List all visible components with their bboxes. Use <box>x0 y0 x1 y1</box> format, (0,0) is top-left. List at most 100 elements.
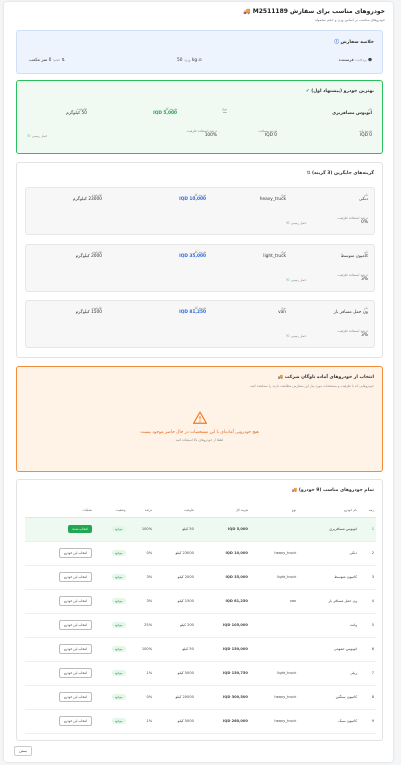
table-cell-rank: 4 <box>359 589 376 614</box>
table-cell-price: IQD 35,000 <box>195 565 250 590</box>
selected-button[interactable]: انتخاب شده <box>68 525 93 533</box>
choose-vehicle-button[interactable]: انتخاب این خودرو <box>59 596 93 606</box>
best-price: هزینه کل IQD 5,000 <box>153 107 177 116</box>
best-tag: ☉ حمل زمینی <box>27 133 48 138</box>
table-row: 7 ریلی light_truck IQD 150,750 5000 کیلو 1% مو… <box>25 661 376 686</box>
table-cell-rank: 7 <box>359 661 376 686</box>
summary-title: خلاصه سفارش ⓘ <box>334 40 374 45</box>
table-header: رتبه نام خودرو نوع هزینه کل ظرفیت درصد و… <box>25 504 376 518</box>
table-cell-rank: 5 <box>359 613 376 638</box>
table-row: 6 اتوبوس حمومی IQD 150,000 50 کیلو 100% موجود… <box>25 637 376 662</box>
table-row: 8 کامیون سنگین heavy_truck IQD 300,500 20000… <box>25 685 376 710</box>
table-row: 9 کامیون سبک heavy_truck IQD 260,000 5000 کی… <box>25 709 376 734</box>
table-cell-type: light_truck <box>249 565 299 590</box>
table-cell-name: اتوبوس حمومی <box>298 637 360 662</box>
table-cell-name: کامیون سنگین <box>298 685 360 710</box>
table-cell-action: انتخاب این خودرو <box>25 589 95 614</box>
best-name: نام اتوبوس مسافربری <box>332 107 372 116</box>
info-icon: ⓘ <box>334 40 339 45</box>
table-cell-type: heavy_truck <box>249 709 299 734</box>
table-cell-util: 0% <box>127 541 155 566</box>
table-cell-rank: 3 <box>359 565 376 590</box>
choose-vehicle-button[interactable]: انتخاب این خودرو <box>59 692 93 702</box>
table-row: 1 اتوبوس مسافربری IQD 5,000 50 کیلو 100% موجو… <box>25 517 376 542</box>
user-icon: ☻ <box>367 57 372 62</box>
warning-title: هیچ خودرویی آماده‌ای با این مشخصات در حا… <box>140 430 259 435</box>
table-cell-status: موجود <box>94 565 128 590</box>
choose-vehicle-button[interactable]: انتخاب این خودرو <box>59 668 93 678</box>
status-badge: موجود <box>111 646 126 652</box>
resize-icon: ⇅ <box>61 57 65 62</box>
table-cell-status: موجود <box>94 517 128 542</box>
table-cell-rank: 1 <box>359 517 376 542</box>
table-cell-capacity: 50 کیلو <box>154 517 196 542</box>
alternative-item[interactable]: نام دنکی نوع heavy_truck هزینه کل IQD 10,00… <box>25 187 375 235</box>
warning-icon <box>192 411 207 424</box>
table-cell-capacity: 20000 کیلو <box>154 685 196 710</box>
table-cell-status: موجود <box>94 661 128 686</box>
status-badge: موجود <box>111 670 126 676</box>
payer-field: پرداخت: فرستنده ☻ <box>338 57 372 63</box>
table-row: 3 کامیون متوسط light_truck IQD 35,000 2000 ک… <box>25 565 376 590</box>
table-row: 5 وانت IQD 105,000 200 کیلو 25% موجود انتخاب ا… <box>25 613 376 638</box>
table-cell-type: heavy_truck <box>249 541 299 566</box>
table-cell-rank: 8 <box>359 685 376 710</box>
table-cell-price: IQD 150,750 <box>195 661 250 686</box>
table-cell-action: انتخاب این خودرو <box>25 685 95 710</box>
table-cell-status: موجود <box>94 709 128 734</box>
choose-vehicle-button[interactable]: انتخاب این خودرو <box>59 572 93 582</box>
alternatives-card: گزینه‌های جایگزین (3 گزینه) ⇅ نام دنکی نو… <box>16 162 383 358</box>
weight-field: وزن: 50 kg ⚖ <box>177 57 202 63</box>
table-cell-price: IQD 5,000 <box>195 517 250 542</box>
table-cell-capacity: 200 کیلو <box>154 613 196 638</box>
table-cell-type <box>249 613 299 638</box>
truck-icon: 🚚 <box>277 375 284 380</box>
modal-subtitle: خودروهای مناسب بر اساس وزن و حجم محموله <box>314 18 385 22</box>
status-badge: موجود <box>111 550 126 556</box>
check-circle-icon: ✔ <box>305 89 310 94</box>
best-util: درصد استفاده ظرفیت 100% <box>186 129 217 138</box>
table-cell-action: انتخاب این خودرو <box>25 661 95 686</box>
table-cell-type: light_truck <box>249 661 299 686</box>
table-cell-action: انتخاب این خودرو <box>25 709 95 734</box>
table-cell-util: 3% <box>127 589 155 614</box>
table-cell-name: وانت <box>298 613 360 638</box>
table-cell-action: انتخاب شده <box>25 517 95 542</box>
table-cell-status: موجود <box>94 589 128 614</box>
table-cell-rank: 2 <box>359 541 376 566</box>
status-badge: موجود <box>111 694 126 700</box>
shield-icon: ☉ <box>286 277 290 282</box>
table-cell-type <box>249 637 299 662</box>
volume-field: حجم: 0 متر مکعب ⇅ <box>29 57 65 63</box>
status-badge: موجود <box>111 622 126 628</box>
table-row: 2 دنکی heavy_truck IQD 10,000 23000 کیلو 0% مو… <box>25 541 376 566</box>
table-cell-price: IQD 260,000 <box>195 709 250 734</box>
warning-sub: لطفا از خودروهای بالا استفاده کنید <box>175 438 224 442</box>
alternatives-title: گزینه‌های جایگزین (3 گزینه) ⇅ <box>306 171 374 176</box>
alternative-item[interactable]: نام ون حمل مسافر بار نوع van هزینه کل IQD 8… <box>25 300 375 348</box>
company-title: انتخاب از خودروهای آماده ناوگان شرکت 🚚 <box>277 375 374 380</box>
table-row: 4 ون حمل مسافر بار van IQD 81,250 1500 کیلو 3… <box>25 589 376 614</box>
table-cell-action: انتخاب این خودرو <box>25 613 95 638</box>
table-cell-capacity: 50 کیلو <box>154 637 196 662</box>
table-cell-rank: 6 <box>359 637 376 662</box>
table-cell-status: موجود <box>94 685 128 710</box>
choose-vehicle-button[interactable]: انتخاب این خودرو <box>59 716 93 726</box>
close-button[interactable]: بستن <box>14 746 32 756</box>
weight-icon: ⚖ <box>198 57 202 62</box>
table-cell-price: IQD 150,000 <box>195 637 250 662</box>
table-cell-price: IQD 10,000 <box>195 541 250 566</box>
status-badge: موجود <box>111 718 126 724</box>
choose-vehicle-button[interactable]: انتخاب این خودرو <box>59 644 93 654</box>
shield-icon: ☉ <box>286 220 290 225</box>
best-capacity: ظرفیت 50 کیلوگرم <box>66 107 87 116</box>
status-badge: موجود <box>111 526 126 532</box>
table-cell-type <box>249 517 299 542</box>
choose-vehicle-button[interactable]: انتخاب این خودرو <box>59 620 93 630</box>
alternative-item[interactable]: نام کامیون متوسط نوع light_truck هزینه کل I… <box>25 244 375 292</box>
choose-vehicle-button[interactable]: انتخاب این خودرو <box>59 548 93 558</box>
vehicle-modal: خودروهای مناسب برای سفارش M2511189 🚚 خود… <box>4 2 393 762</box>
all-vehicles-card: تمام خودروهای مناسب (9 خودرو) 🚚 رتبه نام… <box>16 479 383 741</box>
status-badge: موجود <box>111 598 126 604</box>
table-cell-name: ون حمل مسافر بار <box>298 589 360 614</box>
